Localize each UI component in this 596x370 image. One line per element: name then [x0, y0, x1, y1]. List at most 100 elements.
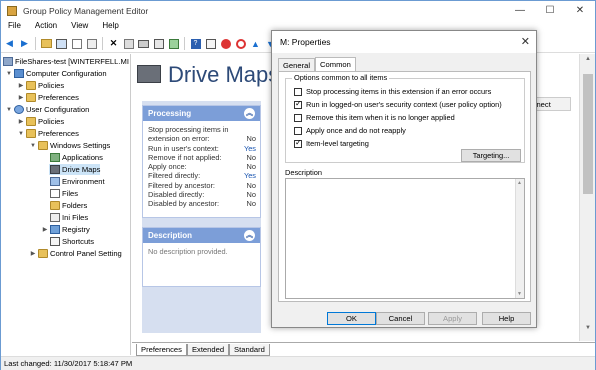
properties-icon[interactable] — [70, 37, 83, 50]
vertical-scrollbar[interactable]: ▲ ▼ — [579, 54, 595, 341]
menu-help[interactable]: Help — [95, 20, 125, 34]
dialog-title-bar: M: Properties ✕ — [272, 31, 536, 53]
processing-row: Disabled directly: No — [143, 190, 260, 199]
expand-icon[interactable]: ▶ — [41, 226, 49, 233]
processing-row-label: Apply once: — [148, 162, 187, 172]
close-window-button[interactable]: ✕ — [565, 1, 595, 20]
tab-preferences[interactable]: Preferences — [136, 343, 187, 356]
app-icon — [7, 5, 17, 16]
processing-row-value: No — [246, 162, 256, 172]
tree-windows-settings[interactable]: ▼ Windows Settings — [29, 140, 110, 151]
minimize-button[interactable]: — — [505, 1, 535, 20]
processing-row: Filtered directly: Yes — [143, 171, 260, 180]
collapse-chevron-icon[interactable]: ︽ — [244, 230, 255, 241]
processing-row-value: No — [246, 190, 256, 200]
back-arrow-icon[interactable]: ◀ — [3, 37, 16, 50]
expand-icon[interactable]: ▼ — [5, 107, 13, 113]
tree-drive-maps[interactable]: Drive Maps — [49, 164, 101, 175]
print-icon[interactable] — [137, 37, 150, 50]
scroll-down-icon[interactable]: ▼ — [517, 291, 522, 297]
ok-button[interactable]: OK — [327, 312, 376, 325]
description-title: Description — [148, 231, 193, 240]
processing-row: Remove if not applied: No — [143, 153, 260, 162]
gpo-icon — [3, 57, 13, 66]
menu-file[interactable]: File — [1, 20, 28, 34]
targeting-button[interactable]: Targeting... — [461, 149, 521, 162]
tree-uc-preferences[interactable]: ▼ Preferences — [17, 128, 79, 139]
properties-dialog: M: Properties ✕ General Common Options c… — [271, 30, 537, 328]
option-checkbox[interactable]: Item-level targeting — [294, 138, 369, 148]
option-checkbox[interactable]: Stop processing items in this extension … — [294, 87, 491, 96]
show-hide-tree-icon[interactable] — [55, 37, 68, 50]
tree-folders[interactable]: Folders — [49, 200, 87, 211]
tree-applications[interactable]: Applications — [49, 152, 103, 163]
forward-arrow-icon[interactable]: ▶ — [18, 37, 31, 50]
shortcut-icon — [50, 237, 60, 246]
option-checkbox[interactable]: Remove this item when it is no longer ap… — [294, 113, 455, 122]
cut-icon[interactable]: ✕ — [107, 37, 120, 50]
scroll-up-icon[interactable]: ▲ — [580, 56, 596, 70]
stop-icon[interactable] — [219, 37, 232, 50]
tab-standard[interactable]: Standard — [229, 343, 270, 356]
disable-icon[interactable] — [234, 37, 247, 50]
textarea-scrollbar[interactable]: ▲ ▼ — [515, 179, 524, 298]
dialog-close-icon[interactable]: ✕ — [521, 35, 530, 48]
expand-icon[interactable]: ▼ — [5, 71, 13, 77]
description-textarea[interactable]: ▲ ▼ — [285, 178, 525, 299]
export-icon[interactable] — [167, 37, 180, 50]
unchecked-box-icon[interactable] — [294, 87, 302, 96]
window-title: Group Policy Management Editor — [23, 5, 149, 16]
folder-icon — [38, 141, 48, 150]
refresh-icon[interactable] — [152, 37, 165, 50]
cancel-button[interactable]: Cancel — [376, 312, 425, 325]
details-icon[interactable] — [204, 37, 217, 50]
tree-files[interactable]: Files — [49, 188, 78, 199]
option-checkbox[interactable]: Run in logged-on user's security context… — [294, 99, 502, 109]
expand-icon[interactable]: ▶ — [17, 82, 25, 89]
tree-computer-configuration[interactable]: ▼ Computer Configuration — [5, 68, 107, 79]
tree-ini-files[interactable]: Ini Files — [49, 212, 88, 223]
tab-extended[interactable]: Extended — [186, 343, 230, 356]
move-up-icon[interactable]: ▲ — [249, 37, 262, 50]
copy-icon[interactable] — [85, 37, 98, 50]
expand-icon[interactable]: ▶ — [17, 94, 25, 101]
tree-cc-preferences[interactable]: ▶ Preferences — [17, 92, 79, 103]
scroll-up-icon[interactable]: ▲ — [517, 180, 522, 186]
scroll-thumb[interactable] — [583, 74, 593, 194]
folder-icon — [26, 81, 36, 90]
scroll-down-icon[interactable]: ▼ — [580, 325, 596, 339]
expand-icon[interactable]: ▶ — [29, 250, 37, 257]
checked-box-icon[interactable] — [294, 99, 302, 109]
maximize-button[interactable]: ☐ — [535, 1, 565, 20]
tree-registry[interactable]: ▶ Registry — [41, 224, 90, 235]
tree-cc-policies[interactable]: ▶ Policies — [17, 80, 64, 91]
processing-row-value: No — [246, 134, 256, 144]
file-icon — [50, 189, 60, 198]
tree-shortcuts[interactable]: Shortcuts — [49, 236, 94, 247]
apply-button[interactable]: Apply — [428, 312, 477, 325]
paste-icon[interactable] — [122, 37, 135, 50]
unchecked-box-icon[interactable] — [294, 113, 302, 122]
user-icon — [14, 105, 24, 114]
tree-root[interactable]: FileShares-test [WINTERFELL.MI — [2, 56, 129, 67]
menu-action[interactable]: Action — [28, 20, 64, 34]
expand-icon[interactable]: ▼ — [17, 131, 25, 137]
tree-user-configuration[interactable]: ▼ User Configuration — [5, 104, 89, 115]
option-label: Apply once and do not reapply — [306, 126, 406, 135]
option-checkbox[interactable]: Apply once and do not reapply — [294, 126, 406, 135]
expand-icon[interactable]: ▼ — [29, 143, 37, 149]
up-folder-icon[interactable] — [40, 37, 53, 50]
help-icon[interactable]: ? — [189, 37, 202, 50]
processing-row-label: Disabled directly: — [148, 190, 205, 200]
help-button[interactable]: Help — [482, 312, 531, 325]
dialog-tab-common[interactable]: Common — [315, 57, 356, 72]
processing-row-label: Run in user's context: — [148, 143, 219, 153]
tree-uc-policies[interactable]: ▶ Policies — [17, 116, 64, 127]
tree-control-panel-settings[interactable]: ▶ Control Panel Setting — [29, 248, 122, 259]
unchecked-box-icon[interactable] — [294, 126, 302, 135]
collapse-chevron-icon[interactable]: ︽ — [244, 108, 255, 119]
menu-view[interactable]: View — [64, 20, 95, 34]
tree-environment[interactable]: Environment — [49, 176, 105, 187]
checked-box-icon[interactable] — [294, 138, 302, 148]
expand-icon[interactable]: ▶ — [17, 118, 25, 125]
